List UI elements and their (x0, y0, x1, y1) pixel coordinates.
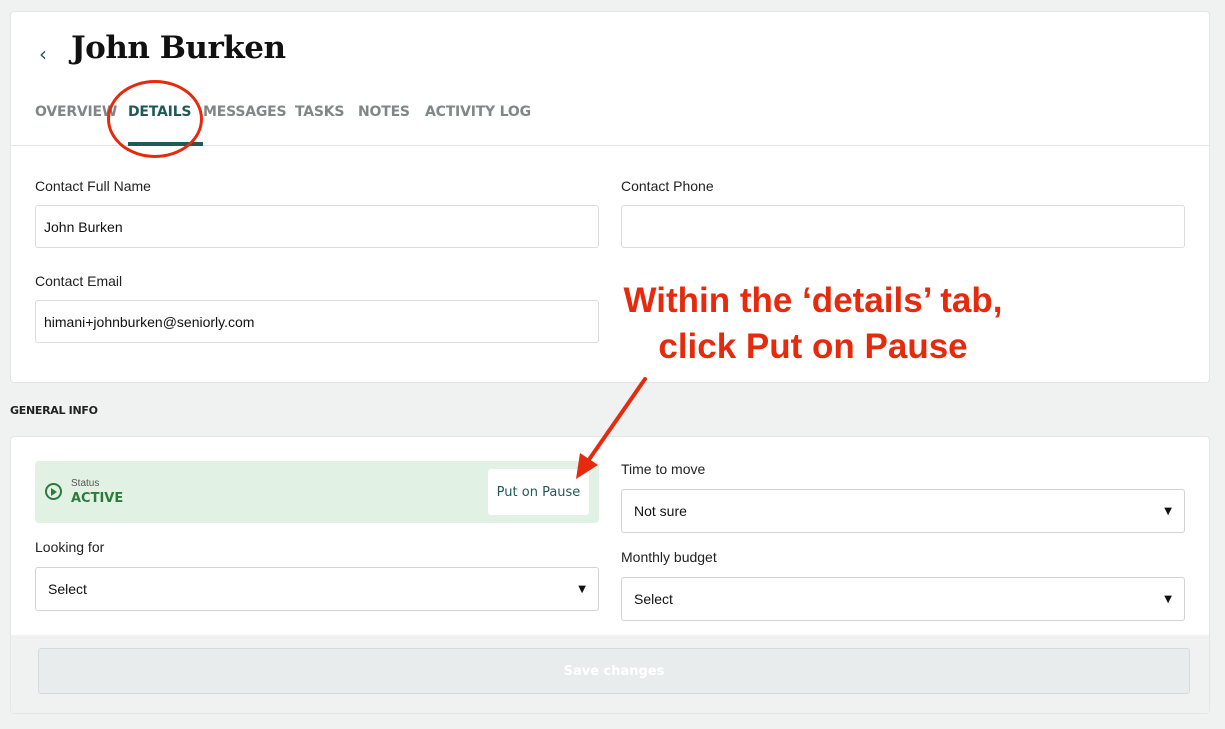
chevron-down-icon: ▼ (578, 583, 586, 595)
annotation-circle (107, 80, 203, 158)
chevron-down-icon: ▼ (1164, 505, 1172, 517)
contact-phone-input[interactable] (621, 205, 1185, 248)
annotation-line-2: click Put on Pause (658, 327, 968, 366)
contact-full-name-input[interactable]: John Burken (35, 205, 599, 248)
status-label: Status (71, 478, 100, 489)
chevron-left-icon[interactable]: ‹ (39, 42, 47, 66)
contact-full-name-label: Contact Full Name (35, 178, 151, 194)
general-info-heading: GENERAL INFO (10, 404, 98, 417)
monthly-budget-select[interactable]: Select ▼ (621, 577, 1185, 621)
status-value: ACTIVE (71, 491, 124, 506)
annotation-line-1: Within the ‘details’ tab, (623, 281, 1003, 320)
contact-email-label: Contact Email (35, 273, 123, 289)
contact-email-input[interactable]: himani+johnburken@seniorly.com (35, 300, 599, 343)
annotation-text: Within the ‘details’ tab, click Put on P… (590, 278, 1036, 370)
looking-for-label: Looking for (35, 539, 105, 555)
tab-tasks[interactable]: TASKS (295, 102, 358, 146)
annotation-arrow-icon (576, 377, 647, 479)
monthly-budget-value: Select (634, 591, 673, 607)
tab-activity-log[interactable]: ACTIVITY LOG (425, 102, 535, 146)
save-bar: Save changes (11, 635, 1209, 713)
page-title: John Burken (71, 30, 286, 66)
tab-notes[interactable]: NOTES (358, 102, 425, 146)
contact-phone-label: Contact Phone (621, 178, 714, 194)
play-circle-icon (45, 483, 62, 500)
save-changes-button[interactable]: Save changes (38, 648, 1190, 694)
monthly-budget-label: Monthly budget (621, 549, 717, 565)
looking-for-value: Select (48, 581, 87, 597)
tab-messages[interactable]: MESSAGES (203, 102, 295, 146)
looking-for-select[interactable]: Select ▼ (35, 567, 599, 611)
time-to-move-value: Not sure (634, 503, 687, 519)
chevron-down-icon: ▼ (1164, 593, 1172, 605)
status-box: Status ACTIVE Put on Pause (35, 461, 599, 523)
time-to-move-select[interactable]: Not sure ▼ (621, 489, 1185, 533)
